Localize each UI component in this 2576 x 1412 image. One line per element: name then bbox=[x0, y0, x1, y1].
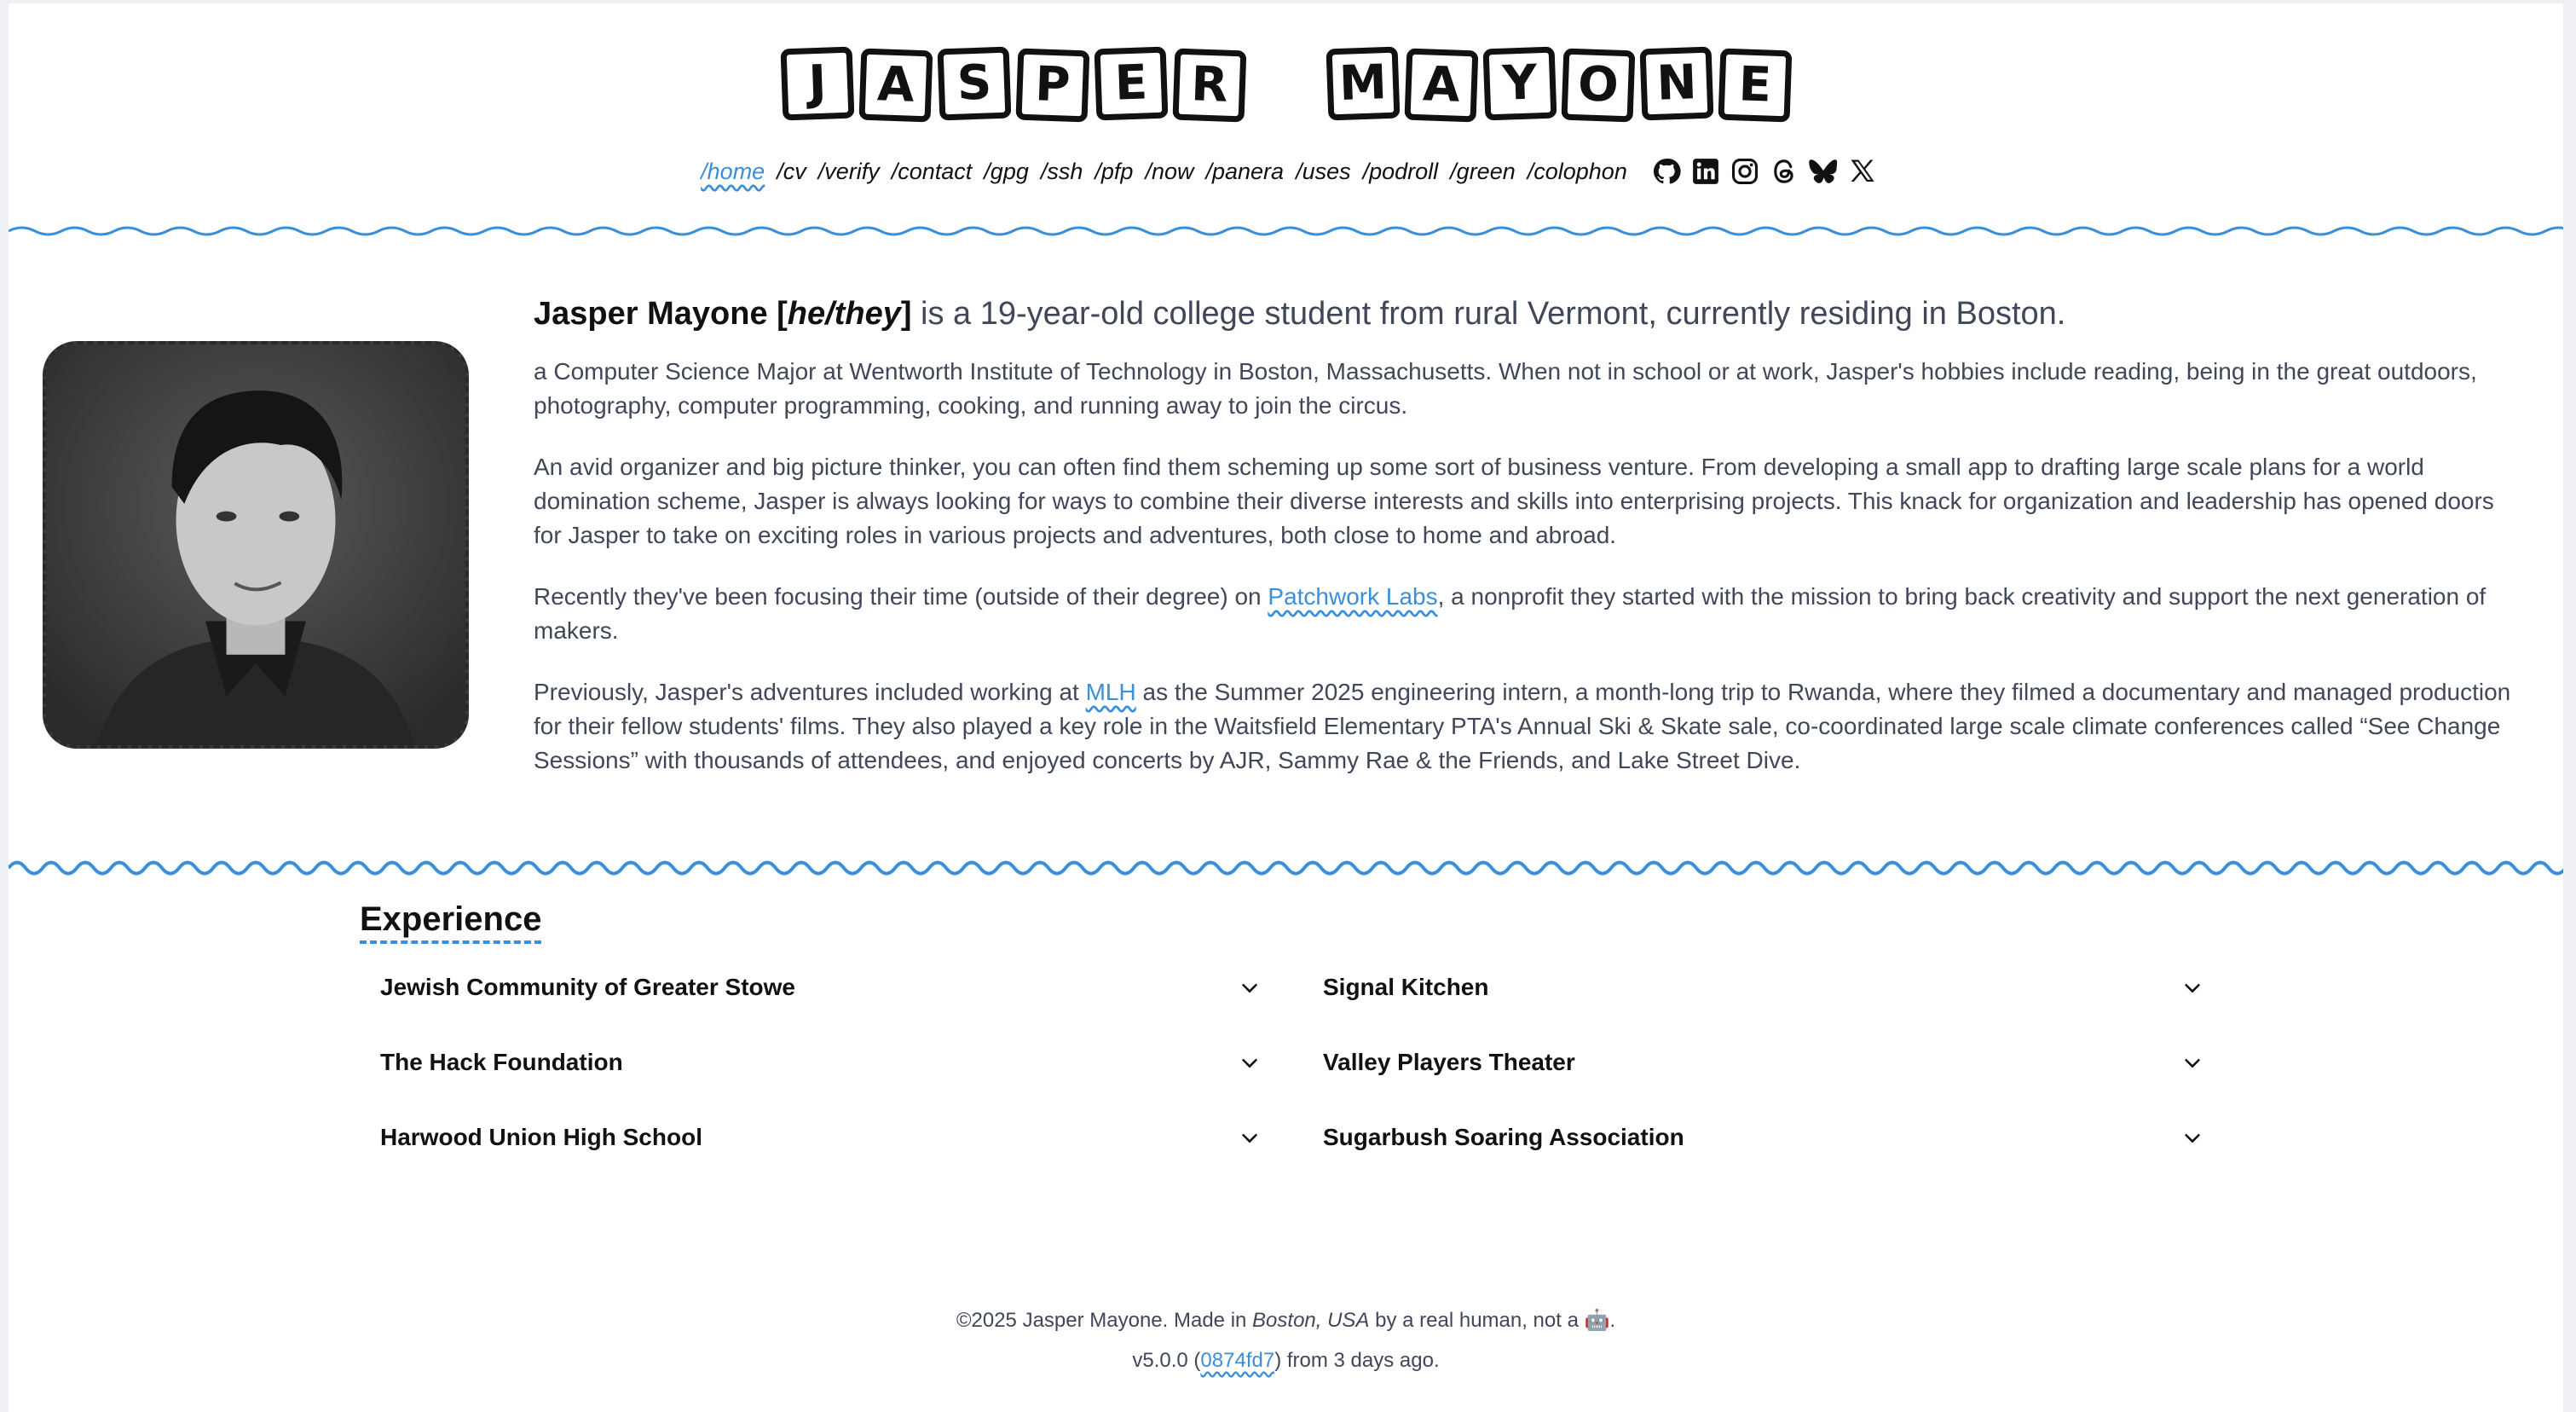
bio-headline: Jasper Mayone [he/they] is a 19-year-old… bbox=[534, 290, 2525, 338]
bio-paragraph-1: a Computer Science Major at Wentworth In… bbox=[534, 358, 2477, 419]
bio-name: Jasper Mayone bbox=[534, 296, 768, 332]
logo-tile: P bbox=[1014, 48, 1089, 123]
profile-photo bbox=[43, 341, 469, 749]
experience-name: Valley Players Theater bbox=[1323, 1049, 1575, 1075]
nav-link-panera[interactable]: /panera bbox=[1205, 159, 1284, 185]
experience-item[interactable]: The Hack Foundation bbox=[365, 1025, 1277, 1100]
nav-link-podroll[interactable]: /podroll bbox=[1363, 159, 1439, 185]
bracket: [ bbox=[767, 296, 788, 332]
page: J A S P E R M A Y O N E /home /cv /verif… bbox=[9, 3, 2563, 1412]
chevron-down-icon bbox=[1238, 1126, 1262, 1149]
nav-link-pfp[interactable]: /pfp bbox=[1095, 159, 1133, 185]
threads-icon[interactable] bbox=[1770, 157, 1799, 186]
nav-link-gpg[interactable]: /gpg bbox=[984, 159, 1029, 185]
logo-tile: Y bbox=[1482, 46, 1557, 121]
wave-divider-top bbox=[9, 226, 2563, 236]
experience-item[interactable]: Harwood Union High School bbox=[365, 1100, 1277, 1175]
logo-tile: R bbox=[1171, 48, 1246, 123]
text: . bbox=[1609, 1309, 1616, 1332]
nav-link-contact[interactable]: /contact bbox=[892, 159, 973, 185]
bracket: ] bbox=[900, 296, 912, 332]
experience-name: The Hack Foundation bbox=[380, 1049, 623, 1075]
site-logo[interactable]: J A S P E R M A Y O N E bbox=[9, 46, 2563, 123]
logo-first-name: J A S P E R bbox=[780, 46, 1246, 123]
robot-icon: 🤖 bbox=[1584, 1309, 1610, 1332]
nav-link-uses[interactable]: /uses bbox=[1296, 159, 1351, 185]
bio-section: Jasper Mayone [he/they] is a 19-year-old… bbox=[534, 290, 2525, 805]
nav-link-cv[interactable]: /cv bbox=[777, 159, 806, 185]
bio-paragraph-2: An avid organizer and big picture thinke… bbox=[534, 454, 2494, 548]
nav-link-ssh[interactable]: /ssh bbox=[1041, 159, 1083, 185]
text: Previously, Jasper's adventures included… bbox=[534, 679, 1086, 705]
nav-link-verify[interactable]: /verify bbox=[818, 159, 880, 185]
logo-tile: S bbox=[937, 46, 1011, 121]
bio-paragraph-3: Recently they've been focusing their tim… bbox=[534, 580, 2525, 648]
bio-paragraph-4: Previously, Jasper's adventures included… bbox=[534, 675, 2525, 778]
chevron-down-icon bbox=[2180, 1126, 2204, 1149]
chevron-down-icon bbox=[2180, 975, 2204, 999]
x-icon[interactable] bbox=[1848, 157, 1877, 186]
nav-link-colophon[interactable]: /colophon bbox=[1528, 159, 1627, 185]
text: v5.0.0 ( bbox=[1132, 1349, 1201, 1372]
footer-version: v5.0.0 (0874fd7) from 3 days ago. bbox=[9, 1349, 2563, 1373]
github-icon[interactable] bbox=[1652, 157, 1681, 186]
commit-link[interactable]: 0874fd7 bbox=[1200, 1349, 1274, 1372]
instagram-icon[interactable] bbox=[1730, 157, 1759, 186]
footer-copyright: ©2025 Jasper Mayone. Made in Boston, USA… bbox=[9, 1308, 2563, 1333]
social-links bbox=[1652, 157, 1877, 186]
experience-name: Signal Kitchen bbox=[1323, 974, 1489, 1000]
logo-tile: A bbox=[1403, 48, 1478, 123]
bio-headline-rest: is a 19-year-old college student from ru… bbox=[911, 296, 2066, 332]
text: by a real human, not a bbox=[1369, 1309, 1585, 1332]
logo-tile: O bbox=[1560, 48, 1635, 123]
chevron-down-icon bbox=[1238, 1050, 1262, 1074]
chevron-down-icon bbox=[1238, 975, 1262, 999]
logo-tile: A bbox=[858, 48, 933, 123]
experience-name: Sugarbush Soaring Association bbox=[1323, 1124, 1684, 1150]
nav-link-now[interactable]: /now bbox=[1145, 159, 1193, 185]
experience-name: Harwood Union High School bbox=[380, 1124, 702, 1150]
experience-item[interactable]: Jewish Community of Greater Stowe bbox=[365, 950, 1277, 1025]
footer-location: Boston, USA bbox=[1252, 1309, 1370, 1332]
logo-tile: J bbox=[780, 46, 854, 121]
text: ©2025 Jasper Mayone. Made in bbox=[956, 1309, 1253, 1332]
logo-tile: M bbox=[1326, 46, 1400, 121]
main-nav: /home /cv /verify /contact /gpg /ssh /pf… bbox=[9, 157, 2563, 186]
experience-item[interactable]: Valley Players Theater bbox=[1308, 1025, 2220, 1100]
mlh-link[interactable]: MLH bbox=[1086, 679, 1136, 705]
bluesky-icon[interactable] bbox=[1809, 157, 1838, 186]
experience-heading: Experience bbox=[360, 900, 542, 944]
experience-item[interactable]: Signal Kitchen bbox=[1308, 950, 2220, 1025]
linkedin-icon[interactable] bbox=[1691, 157, 1720, 186]
experience-name: Jewish Community of Greater Stowe bbox=[380, 974, 795, 1000]
experience-item[interactable]: Sugarbush Soaring Association bbox=[1308, 1100, 2220, 1175]
wave-divider-bottom bbox=[9, 860, 2563, 876]
pronouns: he/they bbox=[787, 296, 901, 332]
chevron-down-icon bbox=[2180, 1050, 2204, 1074]
logo-tile: E bbox=[1717, 48, 1792, 123]
text: Recently they've been focusing their tim… bbox=[534, 583, 1268, 610]
experience-list: Jewish Community of Greater Stowe Signal… bbox=[365, 950, 2211, 1175]
logo-last-name: M A Y O N E bbox=[1326, 46, 1792, 123]
nav-link-home[interactable]: /home bbox=[701, 159, 765, 185]
logo-tile: N bbox=[1639, 46, 1713, 121]
nav-link-green[interactable]: /green bbox=[1450, 159, 1516, 185]
text: ) from 3 days ago. bbox=[1274, 1349, 1440, 1372]
logo-tile: E bbox=[1094, 46, 1168, 121]
patchwork-labs-link[interactable]: Patchwork Labs bbox=[1268, 583, 1437, 610]
